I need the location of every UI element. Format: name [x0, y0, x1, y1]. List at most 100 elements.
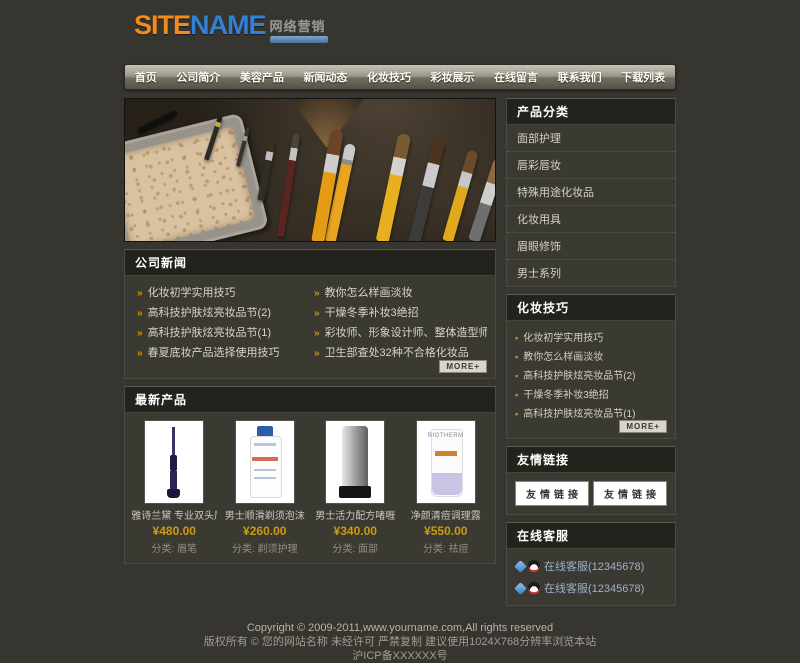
product-price: ¥480.00: [131, 524, 217, 538]
service-contact[interactable]: 在线客服(12345678): [515, 577, 667, 599]
tip-link[interactable]: 化妆初学实用技巧: [523, 333, 603, 344]
product-card[interactable]: 雅诗兰黛 专业双头眉彩 ¥480.00 分类: 眉笔: [131, 421, 217, 555]
nav-item-contact[interactable]: 联系我们: [552, 65, 608, 89]
news-item: »教你怎么样画淡妆: [310, 282, 487, 302]
bullet-arrow-icon: »: [314, 348, 320, 359]
site-header: SITENAME 网络营销: [120, 0, 680, 62]
tip-link[interactable]: 教你怎么样画淡妆: [523, 352, 603, 363]
logo-tagline: 网络营销: [270, 16, 328, 35]
bullet-arrow-icon: »: [137, 348, 143, 359]
tip-link[interactable]: 高科技护肤炫亮妆品节(1): [523, 409, 635, 420]
product-name: 男士顺滑剃须泡沫: [222, 507, 308, 522]
pencil-art: [170, 455, 177, 471]
tip-item: ▪高科技护肤炫亮妆品节(2): [515, 365, 667, 384]
site-logo[interactable]: SITENAME 网络营销: [134, 10, 328, 43]
news-link[interactable]: 干燥冬季补妆3绝招: [325, 307, 419, 319]
product-category: 分类: 剃须护理: [222, 540, 308, 555]
nav-item-makeup-tips[interactable]: 化妆技巧: [361, 65, 417, 89]
logo-site-text: SITE: [134, 10, 190, 41]
hero-image: [124, 98, 496, 242]
product-category: 分类: 面部: [312, 540, 398, 555]
friend-link-button[interactable]: 友情链接: [515, 481, 589, 506]
category-link[interactable]: 化妆用具: [517, 214, 561, 226]
product-card[interactable]: 男士顺滑剃须泡沫 ¥260.00 分类: 剃须护理: [222, 421, 308, 555]
product-grid: 雅诗兰黛 专业双头眉彩 ¥480.00 分类: 眉笔: [125, 413, 495, 563]
tube-art: [339, 486, 371, 498]
news-link[interactable]: 高科技护肤炫亮妆品节(1): [148, 327, 271, 339]
bullet-square-icon: ▪: [515, 390, 518, 400]
products-section-title: 最新产品: [125, 387, 495, 413]
product-image-shaving-foam: [236, 421, 294, 503]
products-section: 最新产品 雅诗兰黛 专业双头眉彩 ¥480.00 分类: 眉笔: [124, 386, 496, 564]
nav-item-gallery[interactable]: 彩妆展示: [425, 65, 481, 89]
service-contact-label: 在线客服(12345678): [544, 580, 644, 596]
sidebar-links: 友情链接 友情链接 友情链接: [506, 446, 676, 515]
category-link[interactable]: 男士系列: [517, 268, 561, 280]
bullet-square-icon: ▪: [515, 333, 518, 343]
product-price: ¥340.00: [312, 524, 398, 538]
tips-more-button[interactable]: MORE+: [619, 420, 667, 433]
tips-list: ▪化妆初学实用技巧 ▪教你怎么样画淡妆 ▪高科技护肤炫亮妆品节(2) ▪干燥冬季…: [507, 321, 675, 422]
nav-item-guestbook[interactable]: 在线留言: [488, 65, 544, 89]
category-item: 唇彩唇妆: [507, 152, 675, 179]
bullet-arrow-icon: »: [314, 308, 320, 319]
bottle-art: [254, 469, 276, 471]
categories-title: 产品分类: [507, 99, 675, 125]
tip-item: ▪ 化妆初学实用技巧: [515, 327, 667, 346]
category-link[interactable]: 特殊用途化妆品: [517, 187, 594, 199]
bullet-square-icon: ▪: [515, 352, 518, 362]
category-item: 化妆用具: [507, 206, 675, 233]
news-more-button[interactable]: MORE+: [439, 360, 487, 373]
friend-link-button[interactable]: 友情链接: [593, 481, 667, 506]
brush-art: [376, 133, 412, 242]
product-name: 男士活力配方啫喱: [312, 507, 398, 522]
nav-item-news[interactable]: 新闻动态: [297, 65, 353, 89]
service-title: 在线客服: [507, 523, 675, 549]
news-link[interactable]: 卫生部查处32种不合格化妆品: [325, 347, 469, 359]
main-nav: 首页 公司简介 美容产品 新闻动态 化妆技巧 彩妆展示 在线留言 联系我们 下载…: [124, 64, 676, 90]
tube-brand-text: BIOTHERM: [417, 433, 475, 439]
icp-line: 沪ICP备XXXXXX号: [120, 649, 680, 663]
tip-link[interactable]: 干燥冬季补妆3绝招: [523, 390, 609, 401]
tube-art: [432, 473, 462, 495]
service-contact-label: 在线客服(12345678): [544, 558, 644, 574]
product-category: 分类: 眉笔: [131, 540, 217, 555]
nav-item-downloads[interactable]: 下载列表: [615, 65, 671, 89]
nav-item-products[interactable]: 美容产品: [234, 65, 290, 89]
product-card[interactable]: 男士活力配方啫喱 ¥340.00 分类: 面部: [312, 421, 398, 555]
nav-item-home[interactable]: 首页: [129, 65, 163, 89]
content-area: 公司新闻 »化妆初学实用技巧 »教你怎么样画淡妆 »高科技护肤炫亮妆品节(2) …: [124, 98, 676, 613]
category-link[interactable]: 唇彩唇妆: [517, 160, 561, 172]
copyright-line: Copyright © 2009-2011,www.yourname.com,A…: [120, 621, 680, 635]
news-item: » 干燥冬季补妆3绝招: [310, 302, 487, 322]
product-card[interactable]: BIOTHERM 净颜清痘调理露 ¥550.00 分类: 祛痘: [403, 421, 489, 555]
logo-tagline-bar: [270, 36, 328, 43]
category-list: 面部护理 唇彩唇妆 特殊用途化妆品 化妆用具 眉眼修饰 男士系列: [507, 125, 675, 286]
service-contact[interactable]: 在线客服(12345678): [515, 555, 667, 577]
news-item: »化妆初学实用技巧: [133, 282, 310, 302]
news-link[interactable]: 彩妆师、形象设计师、整体造型师...: [325, 327, 487, 339]
bullet-square-icon: ▪: [515, 409, 518, 419]
pencil-art: [170, 471, 177, 491]
tips-title: 化妆技巧: [507, 295, 675, 321]
pencil-art: [167, 489, 180, 498]
news-link[interactable]: 化妆初学实用技巧: [148, 287, 236, 299]
page-container: SITENAME 网络营销 首页 公司简介 美容产品 新闻动态 化妆技巧 彩妆展…: [120, 0, 680, 663]
news-link[interactable]: 教你怎么样画淡妆: [325, 287, 413, 299]
nav-item-about[interactable]: 公司简介: [170, 65, 226, 89]
news-link[interactable]: 高科技护肤炫亮妆品节(2): [148, 307, 271, 319]
sidebar: 产品分类 面部护理 唇彩唇妆 特殊用途化妆品 化妆用具 眉眼修饰 男士系列 化妆…: [506, 98, 676, 613]
news-link[interactable]: 春夏底妆产品选择使用技巧: [148, 347, 280, 359]
category-link[interactable]: 面部护理: [517, 133, 561, 145]
tube-art: [435, 451, 457, 456]
product-image-gel-tube: [326, 421, 384, 503]
news-item: » 卫生部查处32种不合格化妆品: [310, 342, 487, 362]
pencil-art: [172, 427, 175, 457]
brush-art: [257, 139, 276, 201]
link-buttons: 友情链接 友情链接: [507, 473, 675, 514]
news-section: 公司新闻 »化妆初学实用技巧 »教你怎么样画淡妆 »高科技护肤炫亮妆品节(2) …: [124, 249, 496, 379]
category-link[interactable]: 眉眼修饰: [517, 241, 561, 253]
powder-art: [124, 126, 256, 242]
tip-link[interactable]: 高科技护肤炫亮妆品节(2): [523, 371, 635, 382]
qq-penguin-icon: [528, 560, 540, 572]
